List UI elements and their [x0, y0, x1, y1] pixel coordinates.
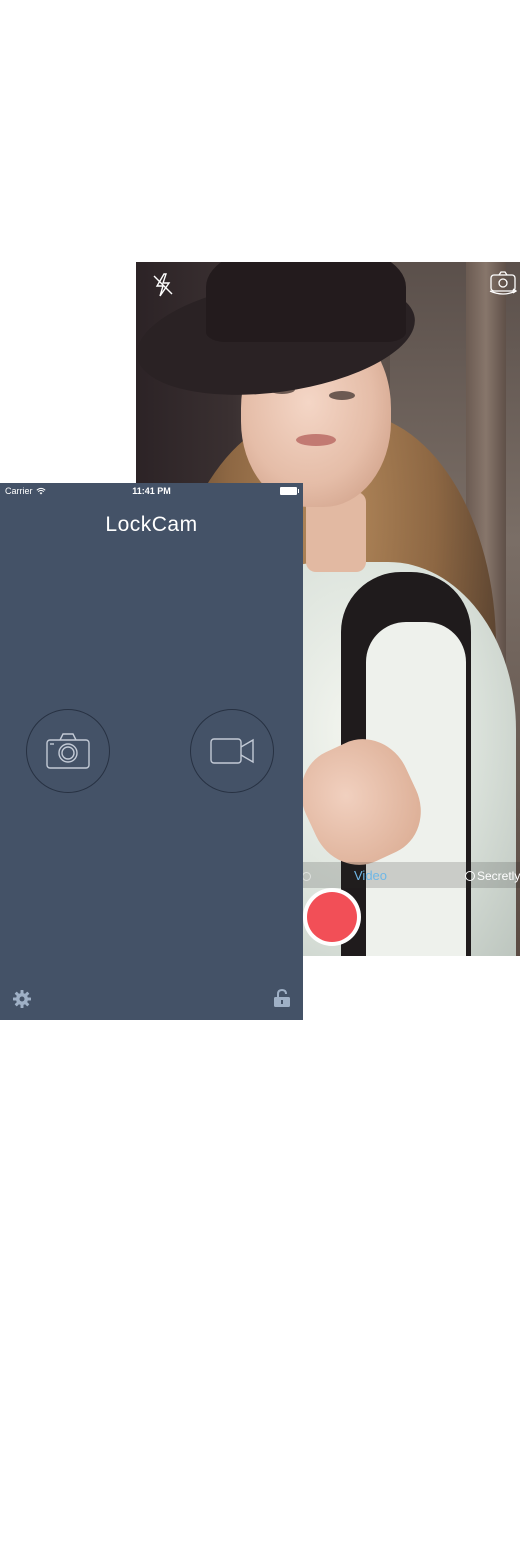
photo-eye-right	[329, 391, 355, 400]
mode-secretly-tab[interactable]: Secretly	[465, 869, 520, 883]
video-camera-icon	[210, 738, 254, 764]
gear-icon[interactable]	[12, 989, 32, 1009]
app-title: LockCam	[105, 513, 198, 536]
record-button[interactable]	[303, 888, 361, 946]
secretly-label: Secretly	[477, 869, 520, 883]
unlocked-padlock-icon[interactable]	[272, 988, 292, 1008]
photo-mode-button[interactable]	[26, 709, 110, 793]
mode-video-tab[interactable]: Video	[354, 868, 387, 883]
secretly-toggle-icon	[465, 871, 475, 881]
photo-hat-crown	[206, 262, 406, 342]
status-time: 11:41 PM	[132, 486, 171, 496]
flash-off-icon[interactable]	[148, 270, 178, 300]
switch-camera-icon[interactable]	[488, 267, 518, 297]
photo-lips	[296, 434, 336, 446]
camera-icon	[46, 733, 90, 769]
record-button-inner	[307, 892, 357, 942]
lockcam-screen: Carrier 11:41 PM LockCam	[0, 483, 303, 1020]
video-mode-button[interactable]	[190, 709, 274, 793]
status-bar: Carrier 11:41 PM	[0, 483, 303, 499]
battery-icon	[280, 487, 299, 495]
mode-indicator-dot	[302, 872, 311, 881]
